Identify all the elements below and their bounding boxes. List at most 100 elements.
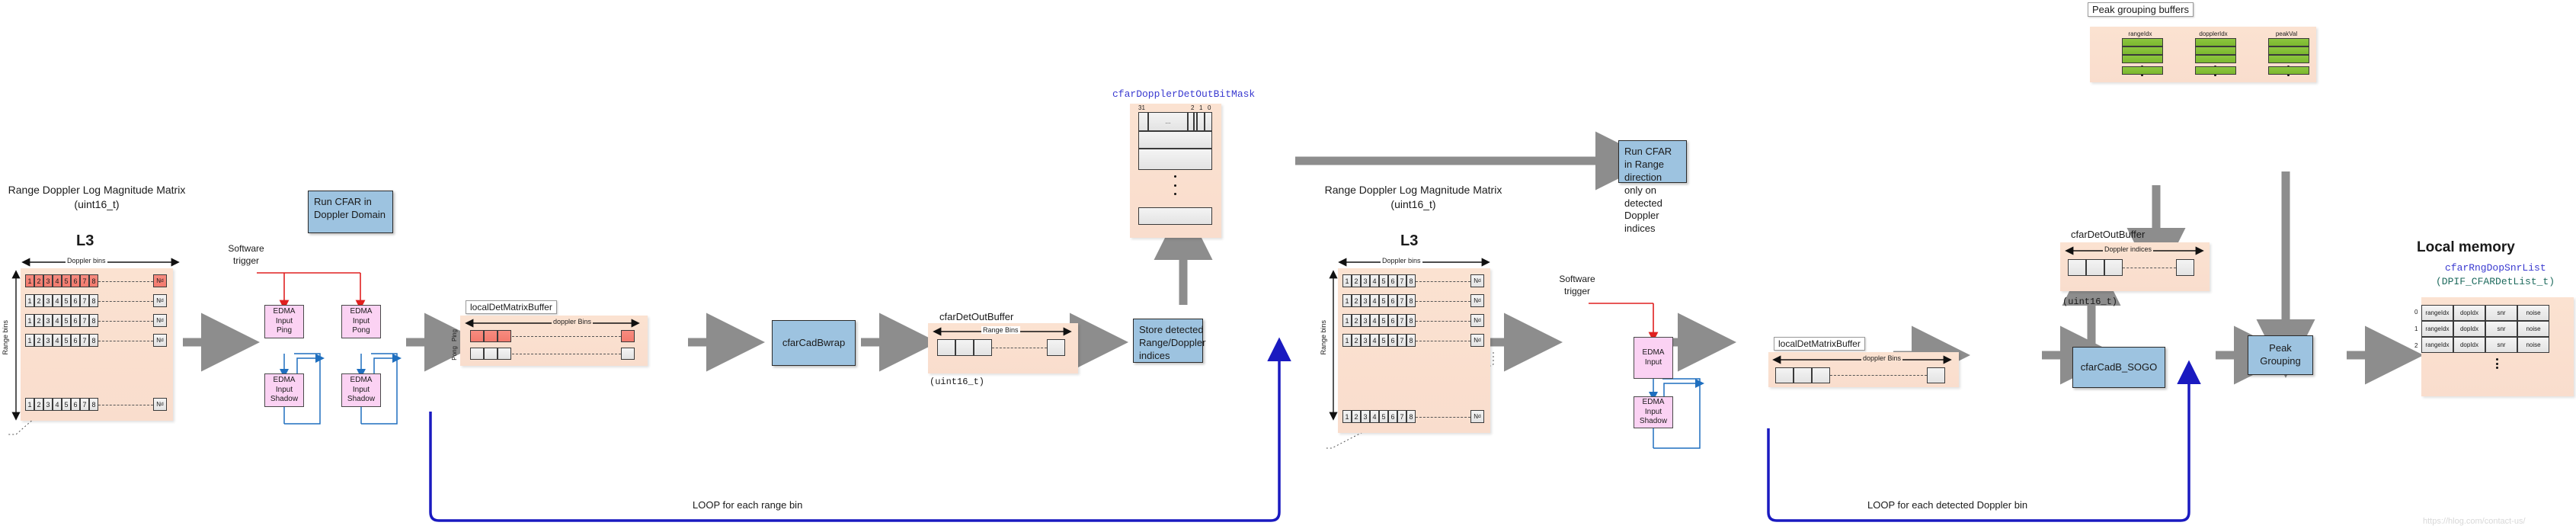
matrix-cell: 7	[1397, 274, 1406, 287]
matrix-cell: 6	[71, 274, 80, 287]
local-memory-var-type: (DPIF_CFARDetList_t)	[2436, 276, 2555, 287]
matrix-cell: 7	[1397, 314, 1406, 327]
matrix-cell: 1	[1342, 410, 1352, 423]
buffer-cell	[470, 348, 484, 360]
peak-grouping-box[interactable]: Peak Grouping	[2248, 335, 2313, 375]
matrix-cell: 7	[80, 314, 89, 327]
buffer-cell	[484, 330, 498, 342]
local-memory-vertical-ellipsis	[2496, 358, 2498, 369]
bitmask-bit-label-2: 2	[1191, 104, 1195, 111]
edma-input-shadow-ping[interactable]: EDMA Input Shadow	[264, 373, 304, 407]
matrix-cell: 8	[1406, 274, 1416, 287]
matrix-cell: 5	[62, 398, 71, 411]
edma-input-pong-label: EDMA Input Pong	[350, 307, 373, 335]
right-range-axis-label: Range bins	[1320, 320, 1327, 355]
buffer-cell	[974, 339, 992, 356]
bitmask-word-1	[1138, 131, 1212, 149]
edma-input[interactable]: EDMA Input	[1634, 337, 1673, 379]
matrix-cell: 4	[53, 314, 62, 327]
left-local-det-title: localDetMatrixBuffer	[466, 300, 557, 314]
matrix-cell: 6	[1388, 314, 1397, 327]
matrix-cell: 1	[25, 314, 34, 327]
edma-input-ping[interactable]: EDMA Input Ping	[264, 305, 304, 338]
matrix-cell: 6	[71, 314, 80, 327]
table-cell: snr	[2485, 337, 2517, 353]
edma-input-shadow-ping-label: EDMA Input Shadow	[270, 376, 299, 404]
matrix-cell: 4	[1370, 334, 1379, 347]
store-detected-box[interactable]: Store detected Range/Doppler indices	[1133, 319, 1205, 363]
matrix-cell: 5	[1379, 314, 1388, 327]
table-cell: snr	[2485, 305, 2517, 321]
bitmask-word-last	[1138, 207, 1212, 225]
table-cell: dopIdx	[2453, 305, 2485, 321]
cfar-cad-sogo-box[interactable]: cfarCadB_SOGO	[2072, 347, 2165, 388]
local-memory-var-name: cfarRngDopSnrList	[2445, 262, 2546, 274]
matrix-cell: 1	[25, 274, 34, 287]
watermark: https://hlog.com/contact-us/	[2423, 517, 2526, 526]
buffer-cell	[955, 339, 974, 356]
cfar-cad-bwrap-label: cfarCadBwrap	[782, 336, 846, 348]
matrix-cell: 7	[80, 294, 89, 307]
bitmask-bit-label-0: 0	[1208, 104, 1211, 111]
matrix-cell: 1	[1342, 334, 1352, 347]
row-connector	[1416, 281, 1470, 282]
matrix-cell: 1	[1342, 294, 1352, 307]
buffer-cell	[1794, 367, 1812, 383]
matrix-cell: 3	[43, 274, 53, 287]
left-matrix-rows: 1 2 3 4 5 6 7 8 Nd 1 2 3 4 5 6 7 8 Nd 1 …	[21, 268, 173, 421]
matrix-tail-cell: Nd	[1470, 410, 1484, 423]
matrix-cell: 5	[62, 294, 71, 307]
edma-input-ping-label: EDMA Input Ping	[273, 307, 296, 335]
peak-buffer-cell	[2195, 38, 2236, 46]
matrix-cell: 3	[1361, 294, 1370, 307]
table-cell: noise	[2517, 305, 2549, 321]
local-memory-table: rangeIdx dopIdx snr noise rangeIdx dopId…	[2421, 305, 2549, 353]
left-matrix-memory-label: L3	[76, 232, 94, 249]
matrix-cell: 1	[1342, 314, 1352, 327]
matrix-cell: 8	[1406, 314, 1416, 327]
cfar-cad-bwrap-box[interactable]: cfarCadBwrap	[772, 320, 856, 366]
buffer-cell	[937, 339, 955, 356]
cfar-cad-sogo-label: cfarCadB_SOGO	[2080, 361, 2158, 373]
edma-input-shadow[interactable]: EDMA Input Shadow	[1634, 396, 1673, 428]
matrix-cell: 2	[1352, 314, 1361, 327]
run-cfar-range-box[interactable]: Run CFAR in Range direction only on dete…	[1618, 140, 1687, 234]
matrix-cell: 2	[34, 334, 43, 347]
matrix-cell: 4	[1370, 410, 1379, 423]
matrix-cell: 6	[71, 398, 80, 411]
matrix-cell: 6	[1388, 410, 1397, 423]
matrix-row: 1 2 3 4 5 6 7 8	[25, 294, 98, 307]
left-local-det-row-pong	[470, 348, 511, 360]
edma-input-pong[interactable]: EDMA Input Pong	[341, 305, 381, 338]
matrix-row: 1 2 3 4 5 6 7 8	[1342, 334, 1416, 347]
matrix-cell: 8	[1406, 410, 1416, 423]
matrix-cell: 4	[1370, 314, 1379, 327]
matrix-cell: 2	[34, 398, 43, 411]
bitmask-word-0: ...	[1138, 112, 1212, 131]
buffer-tail-cell	[1927, 367, 1945, 383]
peak-buffers-col-header-doppleridx: dopplerIdx	[2199, 30, 2228, 37]
matrix-cell: 3	[43, 334, 53, 347]
matrix-cell: 5	[62, 314, 71, 327]
matrix-cell: 6	[1388, 334, 1397, 347]
edma-input-shadow-pong[interactable]: EDMA Input Shadow	[341, 373, 381, 407]
matrix-tail-cell: Nd	[1470, 274, 1484, 287]
local-memory-row-index-0: 0	[2414, 309, 2418, 316]
left-det-out-title: cfarDetOutBuffer	[939, 311, 1014, 322]
table-row: rangeIdx dopIdx snr noise	[2421, 321, 2549, 337]
table-cell: dopIdx	[2453, 337, 2485, 353]
matrix-tail-cell: Nd	[1470, 334, 1484, 347]
run-cfar-doppler-box[interactable]: Run CFAR in Doppler Domain	[308, 191, 393, 233]
peak-buffer-cell-last	[2268, 66, 2309, 75]
edma-input-label: EDMA Input	[1642, 348, 1665, 367]
peak-buffers-col-header-peakval: peakVal	[2275, 30, 2298, 37]
buffer-cell	[498, 348, 511, 360]
left-det-out-cells	[937, 339, 992, 356]
matrix-cell: 2	[34, 294, 43, 307]
buffer-tail-cell	[2176, 259, 2194, 276]
left-local-det-row-ping	[470, 330, 511, 342]
matrix-cell: 2	[1352, 410, 1361, 423]
buffer-cell	[2068, 259, 2086, 276]
matrix-cell: 5	[1379, 294, 1388, 307]
buffer-tail-cell	[1047, 339, 1065, 356]
